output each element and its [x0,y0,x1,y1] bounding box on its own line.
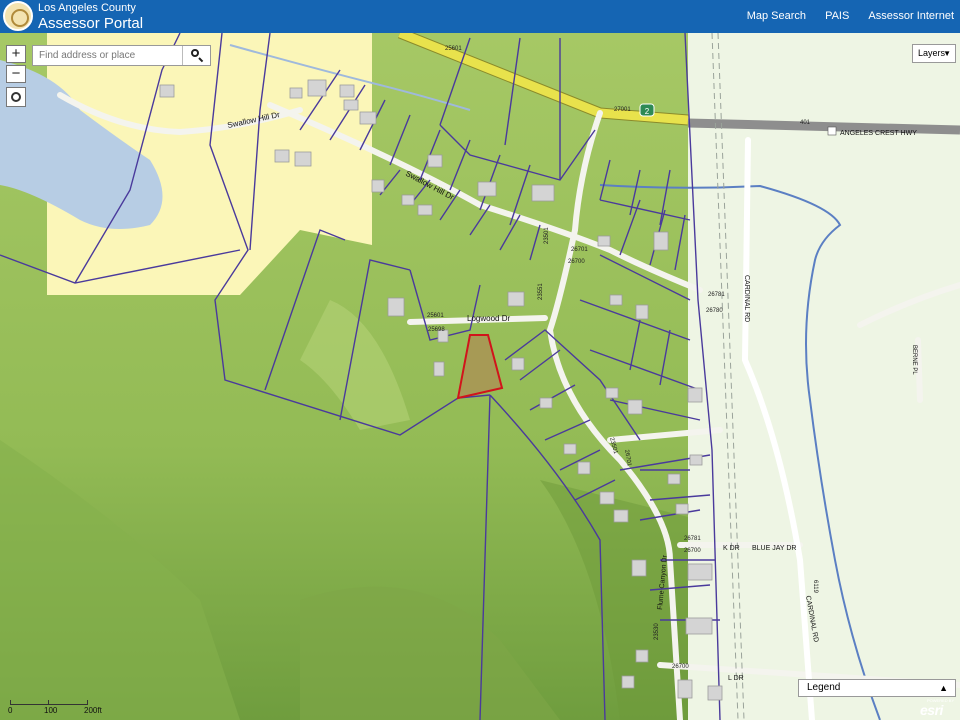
brand: Los Angeles County Assessor Portal [38,2,144,32]
chevron-up-icon: ▲ [939,683,948,693]
parcel-number: 25601 [427,313,444,319]
angeles-crest-shield-icon [827,126,837,136]
street-label-cardinal-rd: CARDINAL RD [743,275,750,322]
parcel-number: 26700 [684,548,701,554]
scale-bar-line [10,700,88,705]
street-label-berne: BERNE PL [911,345,917,375]
parcel-number: 23530 [654,623,660,640]
street-label-l-dr: L DR [728,675,744,682]
layers-label: Layers [918,48,946,58]
scale-label: 200ft [84,706,102,715]
parcel-number: 26701 [571,247,588,253]
parcel-number: 23501 [544,227,550,244]
esri-logo: esri [920,702,943,718]
zoom-out-button[interactable]: − [6,65,26,83]
address-search [32,45,211,66]
street-label-k-dr: K DR [723,545,740,552]
parcel-number: 26780 [706,308,723,314]
layers-button[interactable]: Layers ▼ [912,44,956,63]
brand-title: Assessor Portal [38,15,144,32]
search-input[interactable] [33,46,181,65]
scale-bar: 0 100 200ft [8,696,108,716]
scale-label: 0 [8,706,13,715]
legend-panel-toggle[interactable]: Legend ▲ [798,679,956,697]
nav-map-search[interactable]: Map Search [747,10,806,22]
parcel-number: 26781 [708,292,725,298]
street-label-logwood: Logwood Dr [467,314,510,323]
parcel-number: 401 [800,120,811,126]
street-label-angeles-crest: ANGELES CREST HWY [840,130,917,137]
parcel-number: 26700 [672,664,689,670]
route-shield-icon: 2 [639,103,655,117]
app-header: Los Angeles County Assessor Portal Map S… [0,0,960,33]
nav-assessor-internet[interactable]: Assessor Internet [868,10,954,22]
search-button[interactable] [182,46,210,65]
parcel-number: 23551 [538,283,544,300]
brand-subtitle: Los Angeles County [38,2,136,14]
scale-bar-tick [48,700,49,705]
svg-text:2: 2 [645,107,650,116]
zoom-in-button[interactable]: + [6,45,26,63]
scale-label: 100 [44,706,58,715]
parcel-number: 25601 [445,46,462,52]
parcel-number: 25698 [428,327,445,333]
county-seal-logo [3,1,33,31]
parcel-map[interactable]: 2 Swallow Hill Dr Swallow Hill Dr Logwoo… [0,33,960,720]
legend-label: Legend [807,682,841,693]
parcel-number: 26700 [568,259,585,265]
nav-pais[interactable]: PAIS [825,10,849,22]
top-nav: Map Search PAIS Assessor Internet [731,10,954,22]
locate-button[interactable] [6,87,26,107]
parcel-number: 26781 [684,536,701,542]
street-label-blue-jay: BLUE JAY DR [752,545,796,552]
chevron-down-icon: ▼ [943,49,951,58]
parcel-number: 6119 [812,580,818,594]
parcel-number: 27001 [614,107,631,113]
